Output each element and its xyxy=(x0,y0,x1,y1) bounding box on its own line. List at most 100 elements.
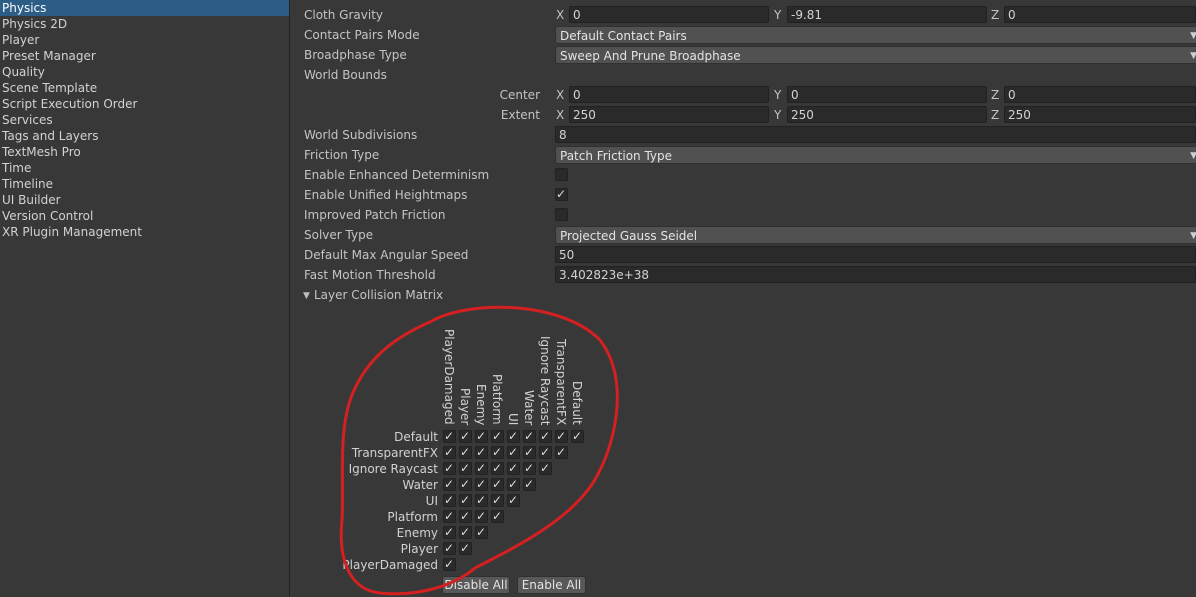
matrix-cell-checkbox[interactable]: ✓ xyxy=(539,429,552,443)
broadphase-row: Broadphase Type xyxy=(304,46,407,64)
sidebar-item-quality[interactable]: Quality xyxy=(0,64,289,80)
friction-type-dropdown[interactable]: Patch Friction Type ▼ xyxy=(555,146,1196,164)
sidebar-item-tags-and-layers[interactable]: Tags and Layers xyxy=(0,128,289,144)
matrix-cell-checkbox[interactable]: ✓ xyxy=(507,429,520,443)
disable-all-button[interactable]: Disable All xyxy=(442,576,510,594)
matrix-cell-checkbox[interactable]: ✓ xyxy=(443,493,456,507)
center-y-field[interactable]: 0 xyxy=(787,86,987,103)
matrix-cell-checkbox[interactable]: ✓ xyxy=(443,509,456,523)
matrix-cell-checkbox[interactable]: ✓ xyxy=(555,429,568,443)
fast-motion-threshold-field[interactable]: 3.402823e+38 xyxy=(555,266,1196,283)
center-x-field[interactable]: 0 xyxy=(569,86,769,103)
world-subdivisions-row: World Subdivisions xyxy=(304,126,417,144)
matrix-cell-checkbox[interactable]: ✓ xyxy=(491,445,504,459)
foldout-arrow-icon[interactable]: ▼ xyxy=(303,291,310,301)
layer-collision-matrix-foldout[interactable]: Layer Collision Matrix xyxy=(314,286,443,304)
matrix-cell-checkbox[interactable]: ✓ xyxy=(459,477,472,491)
matrix-cell-checkbox[interactable]: ✓ xyxy=(443,477,456,491)
matrix-cell-checkbox[interactable]: ✓ xyxy=(475,445,488,459)
sidebar-item-services[interactable]: Services xyxy=(0,112,289,128)
matrix-cell-checkbox[interactable]: ✓ xyxy=(523,445,536,459)
settings-sidebar: Physics Physics 2D Player Preset Manager Qua… xyxy=(0,0,290,597)
sidebar-item-version-control[interactable]: Version Control xyxy=(0,208,289,224)
improved-patch-friction-checkbox[interactable] xyxy=(555,208,568,221)
matrix-cell-checkbox[interactable]: ✓ xyxy=(443,541,456,555)
sidebar-item-timeline[interactable]: Timeline xyxy=(0,176,289,192)
cloth-gravity-x-field[interactable]: 0 xyxy=(569,6,769,23)
sidebar-item-preset-manager[interactable]: Preset Manager xyxy=(0,48,289,64)
matrix-cell-checkbox[interactable]: ✓ xyxy=(507,477,520,491)
matrix-cell-checkbox[interactable]: ✓ xyxy=(571,429,584,443)
matrix-cell-checkbox[interactable]: ✓ xyxy=(459,509,472,523)
extent-z-field[interactable]: 250 xyxy=(1004,106,1196,123)
chevron-down-icon: ▼ xyxy=(1190,27,1196,43)
matrix-cell-checkbox[interactable]: ✓ xyxy=(523,429,536,443)
sidebar-item-script-execution-order[interactable]: Script Execution Order xyxy=(0,96,289,112)
chevron-down-icon: ▼ xyxy=(1190,227,1196,243)
center-z-field[interactable]: 0 xyxy=(1004,86,1196,103)
cloth-gravity-x-label: X xyxy=(556,8,565,22)
matrix-cell-checkbox[interactable]: ✓ xyxy=(475,461,488,475)
matrix-cell-checkbox[interactable]: ✓ xyxy=(491,509,504,523)
cloth-gravity-z-field[interactable]: 0 xyxy=(1004,6,1196,23)
enhanced-determinism-checkbox[interactable] xyxy=(555,168,568,181)
matrix-cell-checkbox[interactable]: ✓ xyxy=(475,525,488,539)
matrix-cell-checkbox[interactable]: ✓ xyxy=(459,541,472,555)
extent-y-field[interactable]: 250 xyxy=(787,106,987,123)
matrix-cell-checkbox[interactable]: ✓ xyxy=(507,461,520,475)
world-subdivisions-field[interactable]: 8 xyxy=(555,126,1196,143)
matrix-cell-checkbox[interactable]: ✓ xyxy=(475,429,488,443)
solver-type-dropdown[interactable]: Projected Gauss Seidel ▼ xyxy=(555,226,1196,244)
improved-patch-friction-label: Improved Patch Friction xyxy=(304,208,446,222)
matrix-cell-checkbox[interactable]: ✓ xyxy=(555,445,568,459)
matrix-cell-checkbox[interactable]: ✓ xyxy=(443,461,456,475)
matrix-cell-checkbox[interactable]: ✓ xyxy=(443,445,456,459)
matrix-cell-checkbox[interactable]: ✓ xyxy=(491,493,504,507)
extent-y-label: Y xyxy=(774,108,782,122)
sidebar-item-xr-plugin-management[interactable]: XR Plugin Management xyxy=(0,224,289,240)
extent-x-field[interactable]: 250 xyxy=(569,106,769,123)
matrix-cell-checkbox[interactable]: ✓ xyxy=(539,461,552,475)
sidebar-item-textmesh-pro[interactable]: TextMesh Pro xyxy=(0,144,289,160)
matrix-row-label-ui: UI xyxy=(425,494,438,508)
sidebar-item-physics-2d[interactable]: Physics 2D xyxy=(0,16,289,32)
enhanced-determinism-label: Enable Enhanced Determinism xyxy=(304,168,490,182)
friction-type-row: Friction Type xyxy=(304,146,379,164)
fast-motion-threshold-row: Fast Motion Threshold xyxy=(304,266,436,284)
broadphase-dropdown[interactable]: Sweep And Prune Broadphase ▼ xyxy=(555,46,1196,64)
cloth-gravity-y-field[interactable]: -9.81 xyxy=(787,6,987,23)
matrix-cell-checkbox[interactable]: ✓ xyxy=(539,445,552,459)
matrix-cell-checkbox[interactable]: ✓ xyxy=(523,461,536,475)
unified-heightmaps-checkbox[interactable]: ✓ xyxy=(555,187,568,201)
sidebar-item-time[interactable]: Time xyxy=(0,160,289,176)
sidebar-item-physics[interactable]: Physics xyxy=(0,0,289,16)
matrix-cell-checkbox[interactable]: ✓ xyxy=(507,493,520,507)
matrix-cell-checkbox[interactable]: ✓ xyxy=(459,461,472,475)
matrix-cell-checkbox[interactable]: ✓ xyxy=(459,525,472,539)
checkmark-icon: ✓ xyxy=(556,445,567,459)
matrix-col-label-ui: UI xyxy=(506,412,520,425)
matrix-row-label-enemy: Enemy xyxy=(396,526,438,540)
sidebar-item-scene-template[interactable]: Scene Template xyxy=(0,80,289,96)
matrix-cell-checkbox[interactable]: ✓ xyxy=(475,509,488,523)
world-bounds-label: World Bounds xyxy=(304,68,387,82)
enable-all-button[interactable]: Enable All xyxy=(517,576,586,594)
matrix-cell-checkbox[interactable]: ✓ xyxy=(459,445,472,459)
cloth-gravity-y-label: Y xyxy=(774,8,782,22)
matrix-cell-checkbox[interactable]: ✓ xyxy=(459,429,472,443)
max-angular-speed-field[interactable]: 50 xyxy=(555,246,1196,263)
sidebar-item-ui-builder[interactable]: UI Builder xyxy=(0,192,289,208)
matrix-cell-checkbox[interactable]: ✓ xyxy=(491,461,504,475)
matrix-cell-checkbox[interactable]: ✓ xyxy=(475,493,488,507)
matrix-cell-checkbox[interactable]: ✓ xyxy=(443,429,456,443)
sidebar-item-player[interactable]: Player xyxy=(0,32,289,48)
matrix-cell-checkbox[interactable]: ✓ xyxy=(443,557,456,571)
matrix-cell-checkbox[interactable]: ✓ xyxy=(443,525,456,539)
matrix-cell-checkbox[interactable]: ✓ xyxy=(491,477,504,491)
matrix-cell-checkbox[interactable]: ✓ xyxy=(507,445,520,459)
matrix-cell-checkbox[interactable]: ✓ xyxy=(523,477,536,491)
matrix-cell-checkbox[interactable]: ✓ xyxy=(475,477,488,491)
matrix-cell-checkbox[interactable]: ✓ xyxy=(491,429,504,443)
matrix-cell-checkbox[interactable]: ✓ xyxy=(459,493,472,507)
contact-pairs-dropdown[interactable]: Default Contact Pairs ▼ xyxy=(555,26,1196,44)
